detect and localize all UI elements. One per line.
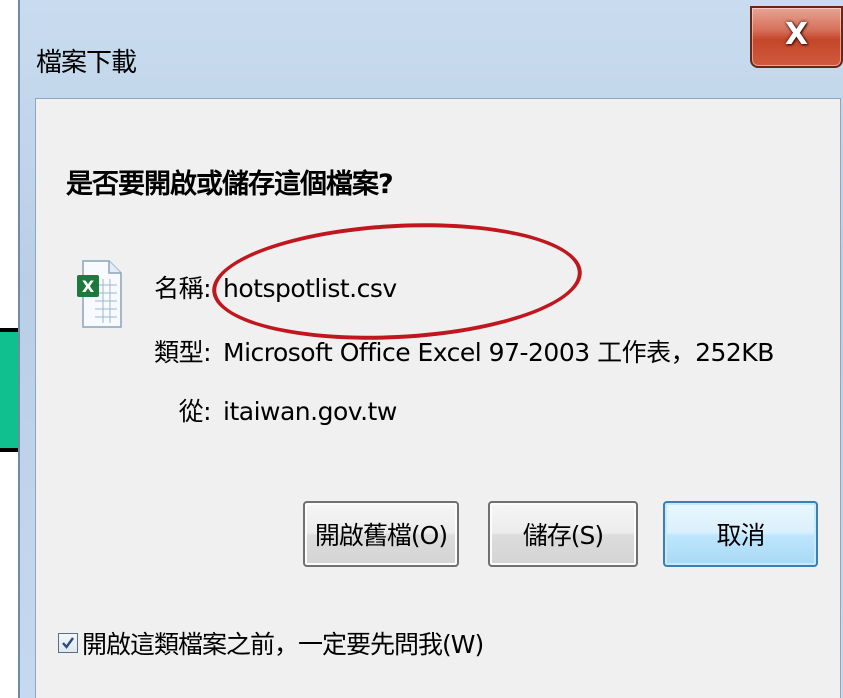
always-ask-label: 開啟這類檔案之前，一定要先問我(W)	[82, 630, 484, 659]
file-download-window: 檔案下載 X 是否要開啟或儲存這個檔案? X 名稱: hotspotlist.cs…	[18, 0, 843, 698]
close-button[interactable]: X	[750, 6, 843, 68]
file-name-label: 名稱:	[154, 274, 211, 303]
dialog-question: 是否要開啟或儲存這個檔案?	[66, 169, 394, 200]
save-button[interactable]: 儲存(S)	[488, 501, 638, 567]
excel-file-icon: X	[77, 260, 122, 328]
file-source-row: 從: itaiwan.gov.tw	[139, 392, 398, 428]
file-type-row: 類型: Microsoft Office Excel 97-2003 工作表，25…	[139, 333, 774, 369]
window-title: 檔案下載	[36, 48, 137, 78]
file-type-label: 類型:	[154, 338, 211, 367]
title-bar: 檔案下載 X	[20, 0, 843, 92]
always-ask-checkbox[interactable]	[58, 633, 78, 653]
checkmark-icon	[62, 637, 74, 649]
open-file-button[interactable]: 開啟舊檔(O)	[303, 501, 459, 567]
file-source-label: 從:	[178, 397, 212, 426]
cancel-button[interactable]: 取消	[663, 501, 818, 567]
close-icon: X	[784, 16, 809, 52]
svg-text:X: X	[82, 277, 95, 296]
file-type-value: Microsoft Office Excel 97-2003 工作表，252KB	[223, 338, 774, 367]
dialog-content: 是否要開啟或儲存這個檔案? X 名稱: hotspotlist.csv 類型: Mi…	[35, 98, 841, 698]
file-source-value: itaiwan.gov.tw	[223, 397, 397, 426]
always-ask-option[interactable]: 開啟這類檔案之前，一定要先問我(W)	[58, 625, 484, 661]
highlight-circle	[209, 214, 585, 349]
